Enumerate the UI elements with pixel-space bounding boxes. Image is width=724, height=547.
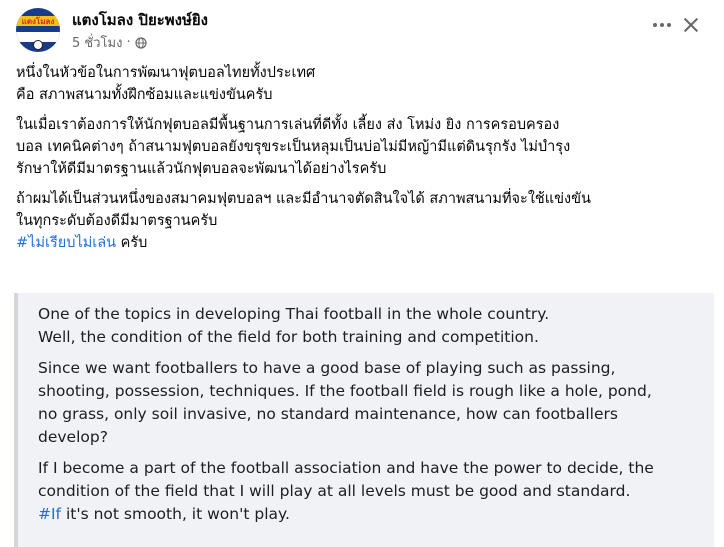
post-time[interactable]: 5 ชั่วโมง: [72, 32, 122, 53]
text-line: Since we want footballers to have a good…: [38, 359, 616, 377]
text-line: it's not smooth, it won't play.: [61, 505, 290, 523]
text-line: บอล เทคนิคต่างๆ ถ้าสนามฟุตบอลยังขรุขระเป…: [16, 139, 571, 155]
author-name[interactable]: แตงโมลง ปิยะพงษ์ยิง: [72, 8, 208, 32]
translation-quote: One of the topics in developing Thai foo…: [14, 293, 714, 547]
paragraph: ถ้าผมได้เป็นส่วนหนึ่งของสมาคมฟุตบอลฯ และ…: [16, 188, 716, 254]
post-header: แตงโมลง แตงโมลง ปิยะพงษ์ยิง 5 ชั่วโมง ·: [0, 0, 724, 62]
paragraph: ในเมื่อเราต้องการให้นักฟุตบอลมีพื้นฐานกา…: [16, 114, 716, 180]
text-line: ในทุกระดับต้องดีมีมาตรฐานครับ: [16, 213, 218, 229]
paragraph: Since we want footballers to have a good…: [38, 357, 698, 449]
globe-icon: [134, 36, 147, 49]
post-meta: 5 ชั่วโมง ·: [72, 32, 147, 53]
hashtag-link[interactable]: #If: [38, 505, 61, 523]
text-line: shooting, possession, techniques. If the…: [38, 382, 652, 400]
post-body: หนึ่งในหัวข้อในการพัฒนาฟุตบอลไทยทั้งประเ…: [16, 62, 716, 262]
text-line: ครับ: [116, 235, 148, 251]
close-icon[interactable]: [680, 14, 702, 36]
more-options-icon[interactable]: [650, 14, 674, 36]
text-line: If I become a part of the football assoc…: [38, 459, 654, 477]
avatar-text: แตงโมลง: [21, 17, 55, 26]
text-line: หนึ่งในหัวข้อในการพัฒนาฟุตบอลไทยทั้งประเ…: [16, 65, 316, 81]
text-line: ในเมื่อเราต้องการให้นักฟุตบอลมีพื้นฐานกา…: [16, 117, 560, 133]
text-line: One of the topics in developing Thai foo…: [38, 305, 550, 323]
separator-dot: ·: [126, 35, 131, 50]
text-line: develop?: [38, 428, 108, 446]
text-line: no grass, only soil invasive, no standar…: [38, 405, 618, 423]
text-line: คือ สภาพสนามทั้งฝึกซ้อมและแข่งขันครับ: [16, 87, 273, 103]
text-line: Well, the condition of the field for bot…: [38, 328, 539, 346]
text-line: รักษาให้ดีมีมาตรฐานแล้วนักฟุตบอลจะพัฒนาไ…: [16, 161, 387, 177]
paragraph: If I become a part of the football assoc…: [38, 457, 698, 526]
paragraph: หนึ่งในหัวข้อในการพัฒนาฟุตบอลไทยทั้งประเ…: [16, 62, 716, 106]
football-icon: [33, 40, 43, 50]
text-line: condition of the field that I will play …: [38, 482, 631, 500]
text-line: ถ้าผมได้เป็นส่วนหนึ่งของสมาคมฟุตบอลฯ และ…: [16, 191, 591, 207]
paragraph: One of the topics in developing Thai foo…: [38, 303, 698, 349]
hashtag-link[interactable]: #ไม่เรียบไม่เล่น: [16, 235, 116, 251]
avatar[interactable]: แตงโมลง: [16, 8, 60, 52]
